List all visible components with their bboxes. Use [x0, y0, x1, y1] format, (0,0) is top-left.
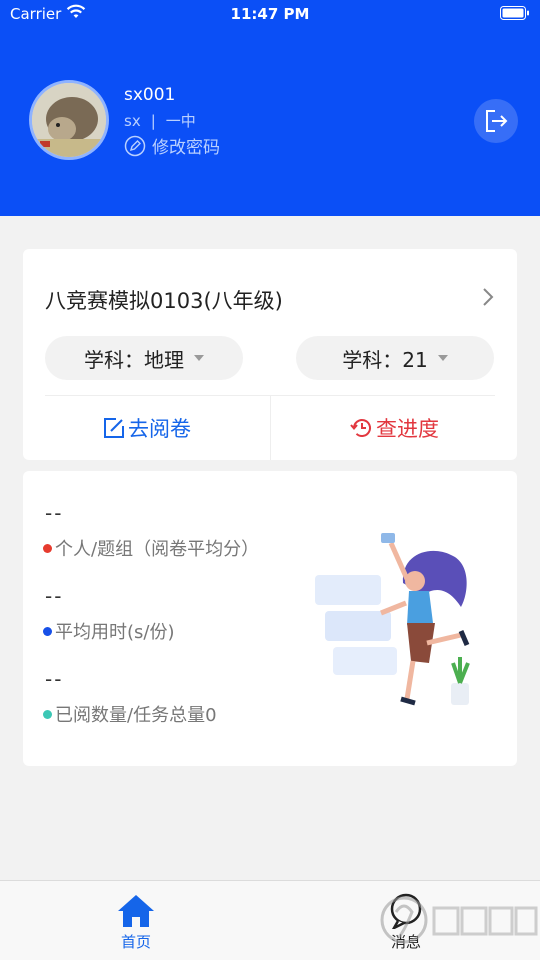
exam-title[interactable]: 八竞赛模拟0103(八年级)	[45, 285, 283, 315]
go-review-button[interactable]: 去阅卷	[23, 396, 270, 460]
subject-filter-dropdown[interactable]: 学科：地理	[45, 336, 243, 380]
logout-icon	[486, 110, 508, 132]
avatar[interactable]	[29, 80, 109, 160]
caret-down-icon	[437, 355, 448, 361]
history-clock-icon	[350, 419, 371, 437]
stats-card: -- 个人/题组（阅卷平均分） -- 平均用时(s/份) -- 已阅数量/任务总…	[23, 471, 517, 766]
avg-time-label: 平均用时(s/份)	[43, 618, 175, 644]
subject-code: sx	[124, 112, 141, 130]
watermark-logo	[380, 896, 538, 944]
red-dot-icon	[43, 543, 52, 553]
reviewed-count-value: --	[45, 667, 64, 691]
question-filter-dropdown[interactable]: 学科：21	[296, 336, 494, 380]
status-bar: Carrier 11:47 PM	[0, 0, 540, 30]
hedgehog-avatar-image	[32, 83, 106, 157]
reviewed-count-text: 已阅数量/任务总量0	[55, 705, 217, 726]
username: sx001	[124, 85, 176, 105]
tab-home[interactable]: 首页	[66, 881, 206, 960]
reviewed-count-label: 已阅数量/任务总量0	[43, 701, 217, 727]
battery-icon	[500, 6, 529, 20]
teal-dot-icon	[43, 709, 52, 719]
subject-filter-label: 学科：地理	[84, 347, 184, 372]
question-filter-label: 学科：21	[342, 347, 428, 372]
woman-with-papers-illustration	[315, 533, 470, 706]
tab-home-label: 首页	[120, 933, 151, 951]
avg-score-label: 个人/题组（阅卷平均分）	[43, 535, 259, 561]
avg-score-value: --	[45, 501, 64, 525]
logout-button[interactable]	[474, 99, 518, 143]
change-password-label: 修改密码	[152, 138, 220, 158]
profile-header: Carrier 11:47 PM sx001 sx | 一中 修改密码	[0, 0, 540, 216]
clock: 11:47 PM	[230, 5, 310, 23]
check-progress-button[interactable]: 查进度	[271, 396, 518, 460]
chevron-right-icon[interactable]	[480, 285, 496, 309]
caret-down-icon	[194, 355, 204, 361]
blue-dot-icon	[43, 626, 52, 636]
avg-score-text: 个人/题组（阅卷平均分）	[55, 539, 260, 560]
check-progress-label: 查进度	[376, 417, 439, 441]
exam-card: 八竞赛模拟0103(八年级) 学科：地理 学科：21 去阅卷 查进度	[23, 249, 517, 460]
user-info: sx | 一中	[124, 110, 196, 131]
go-review-label: 去阅卷	[128, 417, 191, 441]
edit-icon	[124, 135, 146, 156]
avg-time-text: 平均用时(s/份)	[55, 622, 175, 643]
school-name: 一中	[165, 112, 196, 130]
separator: |	[150, 112, 156, 130]
change-password-link[interactable]: 修改密码	[124, 133, 220, 158]
edit-square-icon	[104, 418, 124, 438]
home-icon	[118, 895, 154, 927]
avg-time-value: --	[45, 584, 64, 608]
